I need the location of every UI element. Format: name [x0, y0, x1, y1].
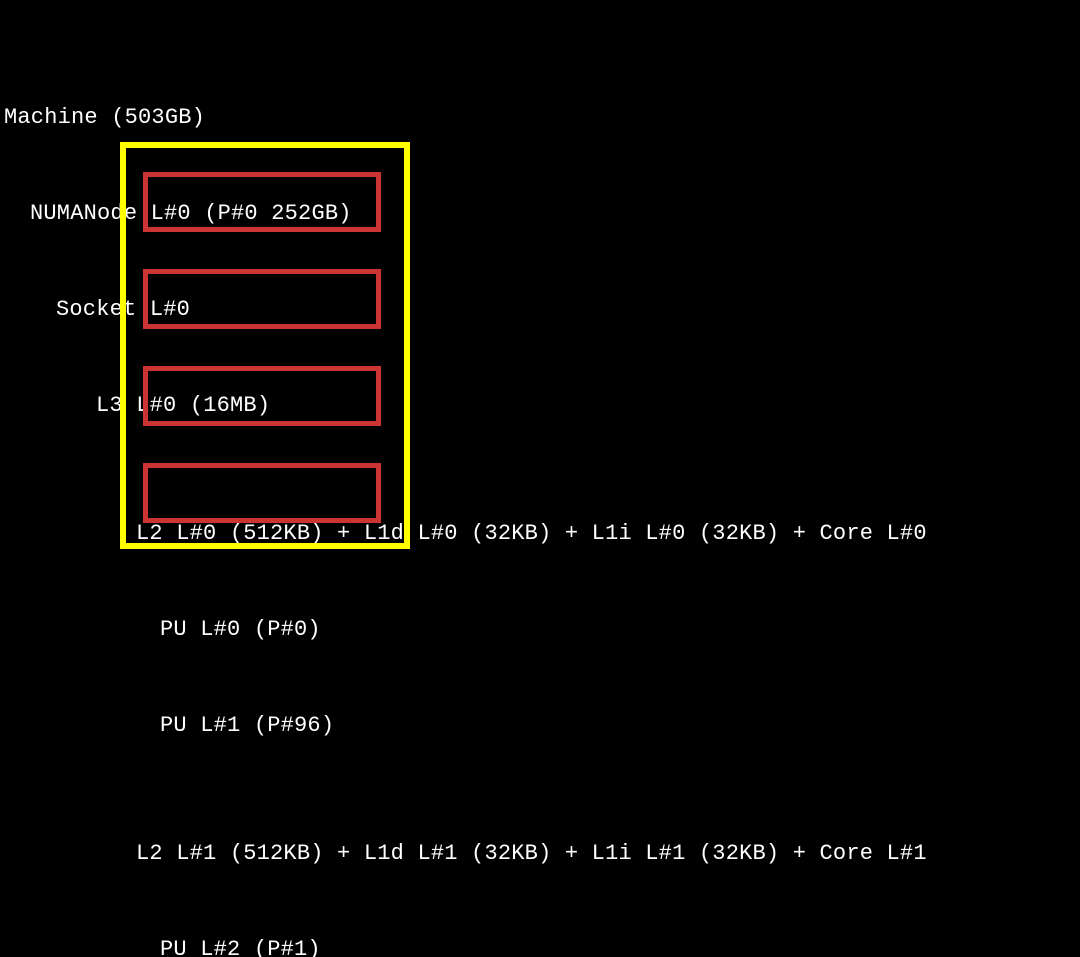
terminal-output: Machine (503GB) NUMANode L#0 (P#0 252GB)… [0, 0, 1080, 957]
pu-line: PU L#1 (P#96) [4, 710, 1080, 742]
machine-line: Machine (503GB) [4, 102, 1080, 134]
pu-line: PU L#0 (P#0) [4, 614, 1080, 646]
l2-line: L2 L#1 (512KB) + L1d L#1 (32KB) + L1i L#… [4, 838, 1080, 870]
l2-line: L2 L#0 (512KB) + L1d L#0 (32KB) + L1i L#… [4, 518, 1080, 550]
numa-line: NUMANode L#0 (P#0 252GB) [4, 198, 1080, 230]
highlight-red-pu-pair-3 [143, 463, 381, 523]
socket-line: Socket L#0 [4, 294, 1080, 326]
pu-line: PU L#2 (P#1) [4, 934, 1080, 957]
l3-line: L3 L#0 (16MB) [4, 390, 1080, 422]
